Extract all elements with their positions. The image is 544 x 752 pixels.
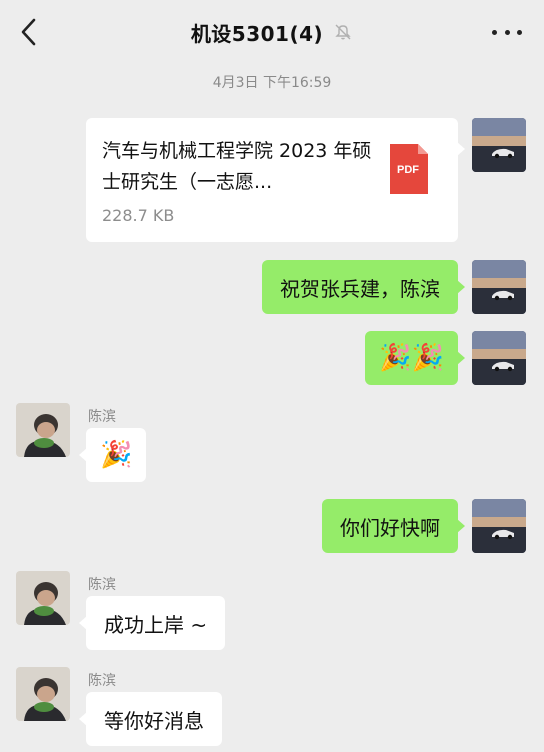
back-button[interactable] [14, 14, 44, 50]
more-dots-icon [504, 29, 510, 35]
nav-bar: 机设5301(4) [0, 0, 544, 64]
car-avatar-image [472, 118, 526, 172]
pdf-label: PDF [397, 164, 419, 176]
more-button[interactable] [492, 20, 522, 44]
bell-off-icon [335, 24, 351, 40]
avatar[interactable] [472, 499, 526, 553]
text-message[interactable]: 等你好消息 [79, 692, 222, 746]
avatar[interactable] [16, 571, 70, 625]
chat-title: 机设5301(4) [190, 21, 324, 46]
car-avatar-image [472, 331, 526, 385]
pdf-file-icon: PDF [388, 142, 430, 196]
car-avatar-image [472, 499, 526, 553]
avatar[interactable] [16, 403, 70, 457]
car-avatar-image [472, 260, 526, 314]
emoji-message[interactable]: 🎉🎉 [365, 331, 465, 385]
message-text: 你们好快啊 [340, 515, 440, 540]
chevron-left-icon [21, 18, 36, 46]
sender-name: 陈滨 [88, 673, 116, 689]
text-message[interactable]: 祝贺张兵建，陈滨 [262, 260, 465, 314]
message-text: 祝贺张兵建，陈滨 [280, 276, 440, 301]
sender-name: 陈滨 [88, 409, 116, 425]
message-text: 成功上岸 ~ [104, 612, 208, 637]
file-name: 汽车与机械工程学院 2023 年硕士研究生（一志愿... [102, 140, 372, 193]
more-dots-icon [492, 29, 497, 35]
person-avatar-image [16, 403, 70, 457]
more-dots-icon [517, 29, 522, 35]
file-message[interactable]: 汽车与机械工程学院 2023 年硕士研究生（一志愿... 228.7 KB PD… [86, 118, 465, 242]
emoji-message[interactable]: 🎉 [78, 428, 147, 482]
avatar[interactable] [472, 331, 526, 385]
avatar[interactable] [472, 260, 526, 314]
text-message[interactable]: 你们好快啊 [322, 499, 465, 553]
party-popper-icon: 🎉 [100, 440, 133, 470]
text-message[interactable]: 成功上岸 ~ [78, 596, 226, 650]
message-timestamp: 4月3日 下午16:59 [212, 75, 332, 91]
sender-name: 陈滨 [88, 577, 116, 593]
person-avatar-image [16, 667, 70, 721]
file-size: 228.7 KB [102, 206, 175, 225]
title-area: 机设5301(4) [0, 0, 544, 64]
party-popper-icon: 🎉🎉 [379, 343, 444, 373]
avatar[interactable] [16, 667, 70, 721]
avatar[interactable] [472, 118, 526, 172]
person-avatar-image [16, 571, 70, 625]
message-text: 等你好消息 [104, 708, 204, 733]
